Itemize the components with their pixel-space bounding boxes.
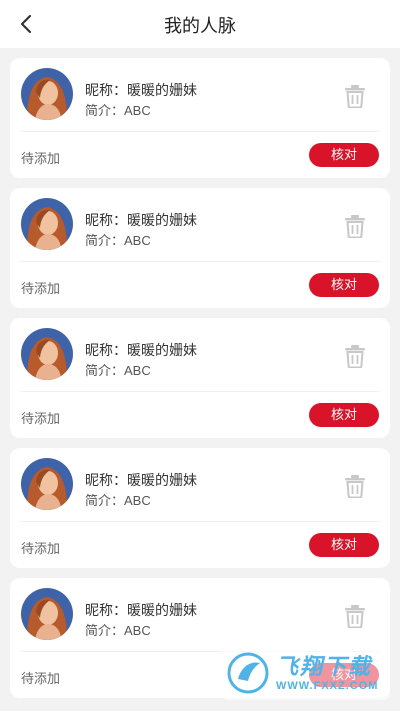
verify-button[interactable]: 核对 <box>309 143 379 167</box>
watermark-url: WWW.FXXZ.COM <box>276 680 379 692</box>
bio-value: ABC <box>124 493 151 508</box>
bio-row: 简介：ABC <box>85 620 151 639</box>
contact-list: 昵称：暖暖的姗妹 简介：ABC 待添加 核对 昵称：暖暖的姗妹 简介：ABC 待… <box>10 58 390 708</box>
nickname-label: 昵称： <box>85 602 127 618</box>
nickname-value: 暖暖的姗妹 <box>127 602 197 618</box>
watermark-brand: 飞翔下载 <box>276 654 373 679</box>
nickname-value: 暖暖的姗妹 <box>127 472 197 488</box>
delete-button[interactable] <box>344 344 366 369</box>
delete-button[interactable] <box>344 214 366 239</box>
nickname-label: 昵称： <box>85 212 127 228</box>
trash-icon <box>345 475 365 499</box>
nickname-row: 昵称：暖暖的姗妹 <box>85 210 197 230</box>
status-text: 待添加 <box>21 541 61 556</box>
watermark: 飞翔下载 WWW.FXXZ.COM <box>222 646 390 700</box>
divider <box>20 261 380 262</box>
verify-button[interactable]: 核对 <box>309 533 379 557</box>
bio-value: ABC <box>124 103 151 118</box>
nickname-label: 昵称： <box>85 472 127 488</box>
bio-value: ABC <box>124 623 151 638</box>
nickname-row: 昵称：暖暖的姗妹 <box>85 600 197 620</box>
bio-label: 简介： <box>85 363 125 378</box>
nickname-row: 昵称：暖暖的姗妹 <box>85 80 197 100</box>
bio-row: 简介：ABC <box>85 360 151 379</box>
status-text: 待添加 <box>21 151 61 166</box>
trash-icon <box>345 605 365 629</box>
verify-button[interactable]: 核对 <box>309 403 379 427</box>
avatar[interactable] <box>21 458 73 510</box>
nickname-label: 昵称： <box>85 82 127 98</box>
avatar[interactable] <box>21 198 73 250</box>
nickname-value: 暖暖的姗妹 <box>127 212 197 228</box>
contact-card: 昵称：暖暖的姗妹 简介：ABC 待添加 核对 <box>10 448 390 568</box>
bio-label: 简介： <box>85 493 125 508</box>
divider <box>20 521 380 522</box>
bio-row: 简介：ABC <box>85 100 151 119</box>
avatar[interactable] <box>21 328 73 380</box>
contact-card: 昵称：暖暖的姗妹 简介：ABC 待添加 核对 <box>10 318 390 438</box>
contact-card: 昵称：暖暖的姗妹 简介：ABC 待添加 核对 <box>10 58 390 178</box>
divider <box>20 391 380 392</box>
bio-label: 简介： <box>85 623 125 638</box>
watermark-logo-icon <box>227 652 269 694</box>
delete-button[interactable] <box>344 604 366 629</box>
avatar[interactable] <box>21 68 73 120</box>
delete-button[interactable] <box>344 474 366 499</box>
bio-value: ABC <box>124 233 151 248</box>
status-text: 待添加 <box>21 281 61 296</box>
trash-icon <box>345 345 365 369</box>
divider <box>20 131 380 132</box>
bio-row: 简介：ABC <box>85 230 151 249</box>
nickname-row: 昵称：暖暖的姗妹 <box>85 470 197 490</box>
status-text: 待添加 <box>21 671 61 686</box>
nickname-label: 昵称： <box>85 342 127 358</box>
bio-label: 简介： <box>85 233 125 248</box>
delete-button[interactable] <box>344 84 366 109</box>
status-text: 待添加 <box>21 411 61 426</box>
avatar[interactable] <box>21 588 73 640</box>
contact-card: 昵称：暖暖的姗妹 简介：ABC 待添加 核对 <box>10 188 390 308</box>
bio-row: 简介：ABC <box>85 490 151 509</box>
verify-button[interactable]: 核对 <box>309 273 379 297</box>
nickname-row: 昵称：暖暖的姗妹 <box>85 340 197 360</box>
page-title: 我的人脉 <box>164 16 236 36</box>
trash-icon <box>345 215 365 239</box>
bio-value: ABC <box>124 363 151 378</box>
nickname-value: 暖暖的姗妹 <box>127 342 197 358</box>
top-bar: 我的人脉 <box>0 0 400 48</box>
trash-icon <box>345 85 365 109</box>
bio-label: 简介： <box>85 103 125 118</box>
nickname-value: 暖暖的姗妹 <box>127 82 197 98</box>
